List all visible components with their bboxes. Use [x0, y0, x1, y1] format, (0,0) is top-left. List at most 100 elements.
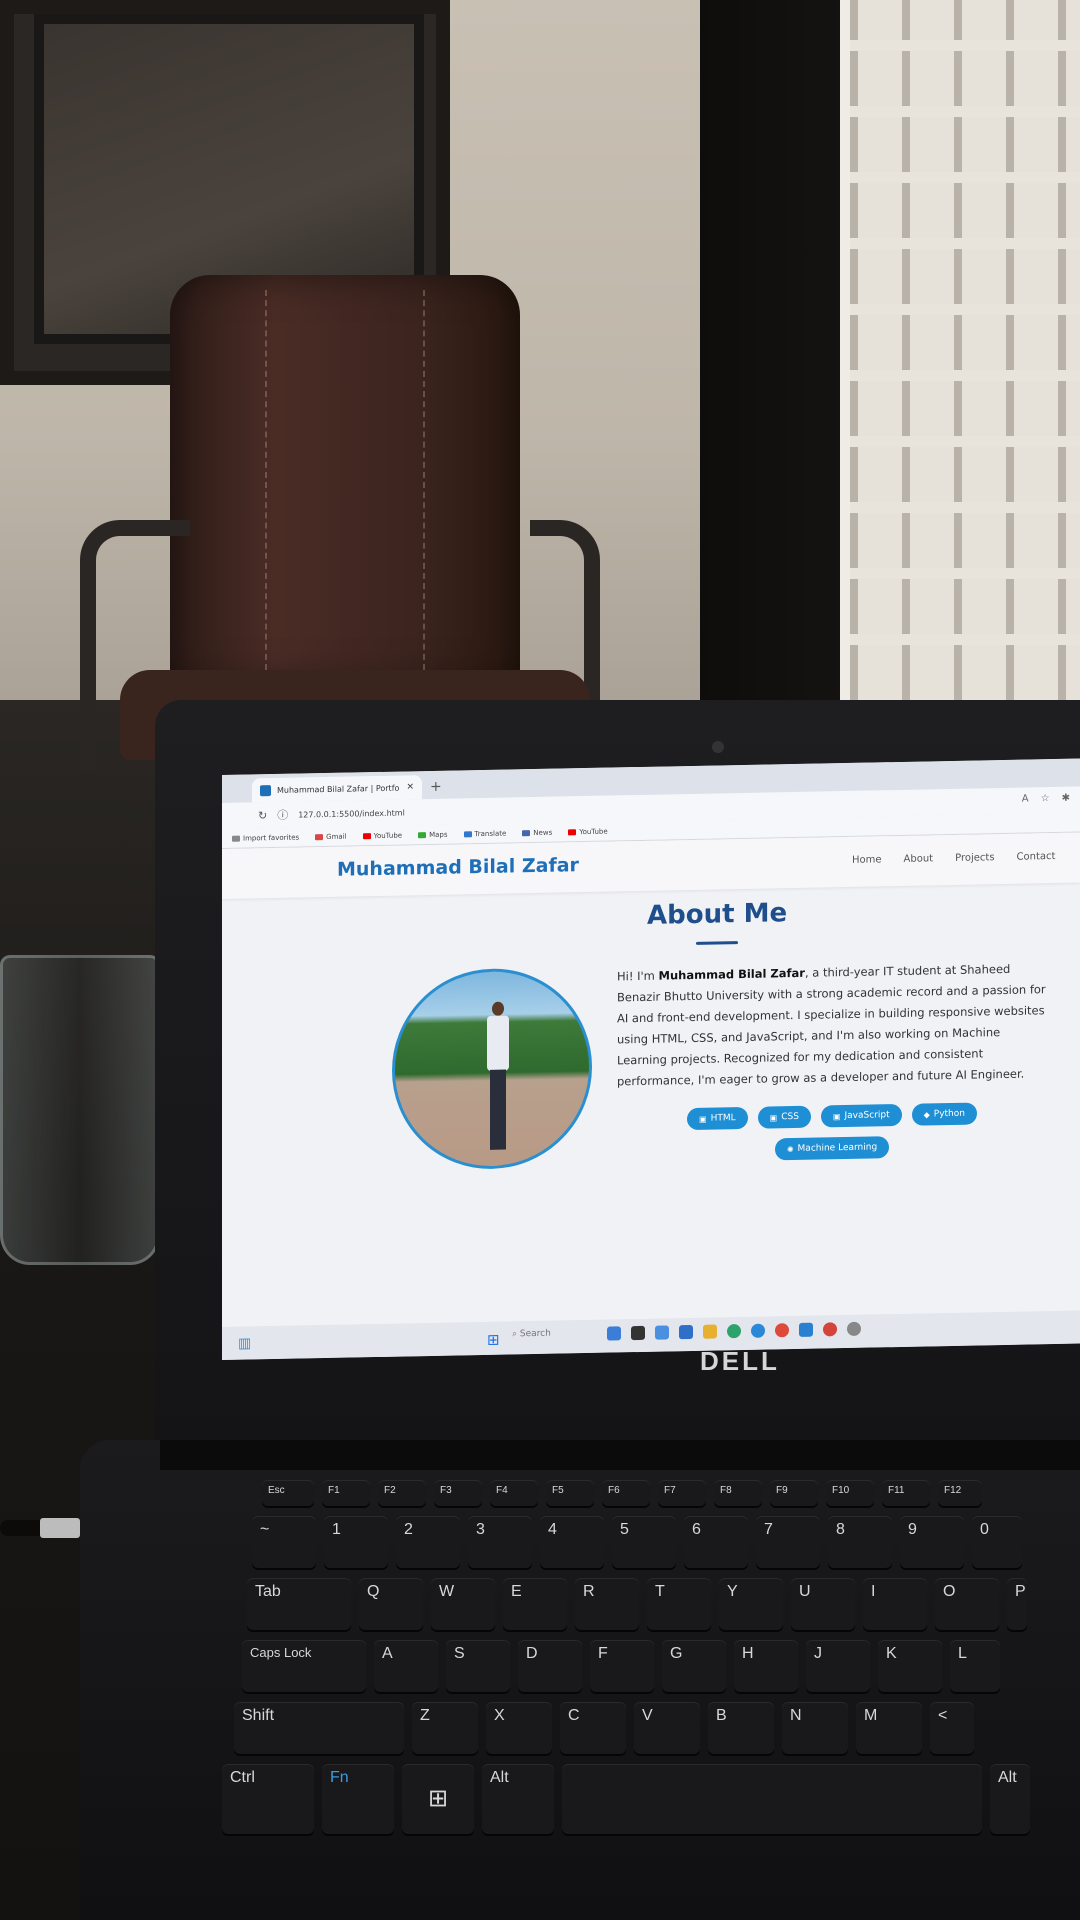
bookmark-import[interactable]: Import favorites: [232, 833, 299, 842]
key-f7[interactable]: F7: [658, 1480, 706, 1506]
key-c[interactable]: C: [560, 1702, 626, 1754]
key-3[interactable]: 3: [468, 1516, 532, 1568]
read-aloud-icon[interactable]: A: [1022, 794, 1029, 805]
close-icon[interactable]: ✕: [406, 782, 414, 792]
bookmark-youtube[interactable]: YouTube: [362, 831, 402, 840]
key-f3[interactable]: F3: [434, 1480, 482, 1506]
key-z[interactable]: Z: [412, 1702, 478, 1754]
key-1[interactable]: 1: [324, 1516, 388, 1568]
key-u[interactable]: U: [791, 1578, 855, 1630]
key-h[interactable]: H: [734, 1640, 798, 1692]
key-g[interactable]: G: [662, 1640, 726, 1692]
settings-icon[interactable]: [847, 1321, 861, 1336]
skill-badge-html[interactable]: ▣ HTML: [687, 1106, 748, 1131]
key-f2[interactable]: F2: [378, 1480, 426, 1506]
app-icon[interactable]: [679, 1324, 693, 1340]
key-v[interactable]: V: [634, 1702, 700, 1754]
edge-icon[interactable]: [727, 1324, 741, 1339]
chrome-icon[interactable]: [775, 1323, 789, 1338]
key-f4[interactable]: F4: [490, 1480, 538, 1506]
key-f12[interactable]: F12: [938, 1480, 982, 1506]
key-s[interactable]: S: [446, 1640, 510, 1692]
vscode-icon[interactable]: [799, 1322, 813, 1337]
favorite-star-icon[interactable]: ☆: [1041, 793, 1050, 804]
site-brand[interactable]: Muhammad Bilal Zafar: [337, 854, 579, 881]
site-info-icon[interactable]: ⓘ: [277, 807, 288, 823]
file-explorer-icon[interactable]: [703, 1324, 717, 1339]
key-2[interactable]: 2: [396, 1516, 460, 1568]
edge-icon[interactable]: [751, 1323, 765, 1338]
key-q[interactable]: Q: [359, 1578, 423, 1630]
key-shift[interactable]: Shift: [234, 1702, 404, 1754]
key-b[interactable]: B: [708, 1702, 774, 1754]
windows-start-icon[interactable]: ⊞: [487, 1331, 500, 1349]
bookmark-gmail[interactable]: Gmail: [315, 832, 347, 841]
key-j[interactable]: J: [806, 1640, 870, 1692]
browser-tab[interactable]: Muhammad Bilal Zafar | Portfolio ✕: [252, 775, 422, 803]
key-f6[interactable]: F6: [602, 1480, 650, 1506]
skill-badge-machine-learning[interactable]: ✺ Machine Learning: [774, 1136, 890, 1161]
key-k[interactable]: K: [878, 1640, 942, 1692]
skill-badge-python[interactable]: ◆ Python: [911, 1102, 977, 1126]
widgets-icon[interactable]: ▥: [238, 1335, 251, 1351]
key-x[interactable]: X: [486, 1702, 552, 1754]
key-o[interactable]: O: [935, 1578, 999, 1630]
bookmark-news[interactable]: News: [522, 828, 552, 837]
key-p[interactable]: P: [1007, 1578, 1027, 1630]
key-y[interactable]: Y: [719, 1578, 783, 1630]
key-n[interactable]: N: [782, 1702, 848, 1754]
key-t[interactable]: T: [647, 1578, 711, 1630]
key-5[interactable]: 5: [612, 1516, 676, 1568]
app-icon[interactable]: [631, 1325, 645, 1341]
key-i[interactable]: I: [863, 1578, 927, 1630]
key-8[interactable]: 8: [828, 1516, 892, 1568]
nav-contact[interactable]: Contact: [1017, 851, 1056, 863]
key-d[interactable]: D: [518, 1640, 582, 1692]
key-r[interactable]: R: [575, 1578, 639, 1630]
extensions-icon[interactable]: ✱: [1062, 793, 1070, 804]
chrome-icon[interactable]: [823, 1322, 837, 1337]
key-alt-right[interactable]: Alt: [990, 1764, 1030, 1834]
chat-icon[interactable]: [655, 1325, 669, 1340]
key-l[interactable]: L: [950, 1640, 1000, 1692]
key-f1[interactable]: F1: [322, 1480, 370, 1506]
new-tab-icon[interactable]: +: [430, 775, 442, 799]
key-9[interactable]: 9: [900, 1516, 964, 1568]
key-w[interactable]: W: [431, 1578, 495, 1630]
nav-home[interactable]: Home: [852, 854, 882, 866]
key-caps-lock[interactable]: Caps Lock: [242, 1640, 366, 1692]
key-f9[interactable]: F9: [770, 1480, 818, 1506]
skill-badge-javascript[interactable]: ▣ JavaScript: [820, 1103, 902, 1128]
key-6[interactable]: 6: [684, 1516, 748, 1568]
key-fn[interactable]: Fn: [322, 1764, 394, 1834]
key-f11[interactable]: F11: [882, 1480, 930, 1506]
bookmark-youtube-2[interactable]: YouTube: [568, 827, 608, 836]
nav-about[interactable]: About: [904, 853, 934, 865]
key-tilde[interactable]: ~: [252, 1516, 316, 1568]
key-m[interactable]: M: [856, 1702, 922, 1754]
reload-icon[interactable]: ↻: [258, 809, 267, 822]
key-0[interactable]: 0: [972, 1516, 1022, 1568]
key-windows[interactable]: ⊞: [402, 1764, 474, 1834]
key-e[interactable]: E: [503, 1578, 567, 1630]
key-7[interactable]: 7: [756, 1516, 820, 1568]
key-f10[interactable]: F10: [826, 1480, 874, 1506]
key-alt-left[interactable]: Alt: [482, 1764, 554, 1834]
bookmark-translate[interactable]: Translate: [463, 829, 506, 838]
taskbar-search[interactable]: ⌕ Search: [512, 1329, 551, 1340]
key-f8[interactable]: F8: [714, 1480, 762, 1506]
key-tab[interactable]: Tab: [247, 1578, 351, 1630]
key-spacebar[interactable]: [562, 1764, 982, 1834]
bookmark-maps[interactable]: Maps: [418, 830, 448, 839]
key-a[interactable]: A: [374, 1640, 438, 1692]
url-input[interactable]: 127.0.0.1:5500/index.html: [298, 808, 405, 819]
key-ctrl[interactable]: Ctrl: [222, 1764, 314, 1834]
key-f[interactable]: F: [590, 1640, 654, 1692]
key-comma[interactable]: <: [930, 1702, 974, 1754]
key-esc[interactable]: Esc: [262, 1480, 314, 1506]
key-4[interactable]: 4: [540, 1516, 604, 1568]
key-f5[interactable]: F5: [546, 1480, 594, 1506]
skill-badge-css[interactable]: ▣ CSS: [757, 1105, 811, 1129]
app-icon[interactable]: [607, 1326, 621, 1341]
nav-projects[interactable]: Projects: [955, 852, 994, 864]
